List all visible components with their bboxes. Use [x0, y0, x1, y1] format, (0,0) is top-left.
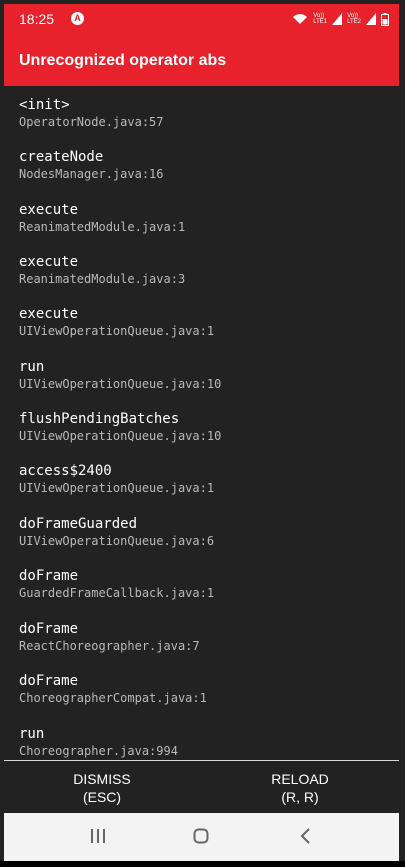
dismiss-label: DISMISS [73, 771, 131, 787]
notification-badge-icon: A [71, 12, 84, 25]
dismiss-button[interactable]: DISMISS (ESC) [22, 770, 182, 806]
stack-frame[interactable]: doFrameGuarded UIViewOperationQueue.java… [19, 515, 214, 549]
stack-frame-file: UIViewOperationQueue.java:1 [19, 324, 215, 338]
back-icon[interactable] [298, 828, 314, 849]
stack-frame[interactable]: doFrame GuardedFrameCallback.java:1 [19, 567, 214, 601]
error-header: Unrecognized operator abs [4, 34, 399, 86]
stack-frame-method: flushPendingBatches [19, 411, 180, 427]
stack-frame-method: execute [19, 202, 79, 218]
stack-frame[interactable]: doFrame ChoreographerCompat.java:1 [19, 672, 207, 706]
sim1-label: Vo)) LTE1 [313, 13, 328, 25]
app-frame: 18:25 A Vo)) LTE1 Vo)) LTE2 Unrecognized… [0, 0, 405, 867]
error-actions: DISMISS (ESC) RELOAD (R, R) [4, 761, 399, 813]
stack-frame-method: <init> [19, 97, 70, 113]
stack-frame[interactable]: createNode NodesManager.java:16 [19, 148, 164, 182]
error-title: Unrecognized operator abs [19, 52, 227, 69]
stack-frame-file: UIViewOperationQueue.java:10 [19, 377, 222, 391]
stack-frame[interactable]: run Choreographer.java:994 [19, 725, 178, 759]
stack-frame-file: ReanimatedModule.java:3 [19, 272, 186, 286]
stack-frame-file: GuardedFrameCallback.java:1 [19, 586, 215, 600]
stack-frame-method: execute [19, 254, 79, 270]
android-nav-bar [4, 813, 399, 861]
stack-frame-method: createNode [19, 149, 104, 165]
stack-frame-method: doFrameGuarded [19, 516, 138, 532]
stack-frame[interactable]: run UIViewOperationQueue.java:10 [19, 358, 221, 392]
home-icon[interactable] [193, 828, 209, 849]
battery-icon [381, 12, 389, 26]
status-time: 18:25 [19, 11, 55, 27]
stack-frame-method: access$2400 [19, 463, 112, 479]
reload-label: RELOAD [271, 771, 329, 787]
reload-button[interactable]: RELOAD (R, R) [220, 770, 380, 806]
stack-frame-method: doFrame [19, 568, 79, 584]
stack-frame[interactable]: execute ReanimatedModule.java:3 [19, 253, 185, 287]
stack-frame-method: execute [19, 306, 79, 322]
recents-icon[interactable] [90, 828, 106, 849]
sim2-label: Vo)) LTE2 [347, 13, 361, 25]
stack-frame-file: ChoreographerCompat.java:1 [19, 691, 207, 705]
stack-frame[interactable]: doFrame ReactChoreographer.java:7 [19, 620, 200, 654]
stack-frame[interactable]: execute UIViewOperationQueue.java:1 [19, 305, 214, 339]
stack-frame-method: doFrame [19, 673, 79, 689]
stack-frame-method: doFrame [19, 621, 79, 637]
stack-frame-file: NodesManager.java:16 [19, 167, 164, 181]
reload-shortcut: (R, R) [281, 789, 319, 805]
dismiss-shortcut: (ESC) [82, 789, 122, 805]
stack-frame-file: UIViewOperationQueue.java:6 [19, 534, 215, 548]
stack-frame-file: UIViewOperationQueue.java:1 [19, 481, 215, 495]
stack-frame-file: OperatorNode.java:57 [19, 115, 164, 129]
stack-frame-file: UIViewOperationQueue.java:10 [19, 429, 222, 443]
stack-frame-method: run [19, 726, 45, 742]
stack-frame-file: ReactChoreographer.java:7 [19, 639, 200, 653]
device-bottom-edge [0, 861, 405, 867]
stack-trace-list[interactable]: <init> OperatorNode.java:57 createNode N… [4, 86, 399, 760]
stack-frame-method: run [19, 359, 45, 375]
stack-frame[interactable]: <init> OperatorNode.java:57 [19, 96, 164, 130]
stack-frame[interactable]: execute ReanimatedModule.java:1 [19, 201, 185, 235]
signal-icon [332, 13, 343, 25]
stack-frame[interactable]: flushPendingBatches UIViewOperationQueue… [19, 410, 221, 444]
stack-frame-file: ReanimatedModule.java:1 [19, 220, 186, 234]
stack-frame-file: Choreographer.java:994 [19, 744, 178, 758]
system-icons: Vo)) LTE1 Vo)) LTE2 [292, 12, 389, 26]
status-bar: 18:25 A Vo)) LTE1 Vo)) LTE2 [4, 4, 399, 34]
wifi-icon [293, 14, 308, 24]
signal-icon [366, 13, 376, 25]
stack-frame[interactable]: access$2400 UIViewOperationQueue.java:1 [19, 462, 214, 496]
